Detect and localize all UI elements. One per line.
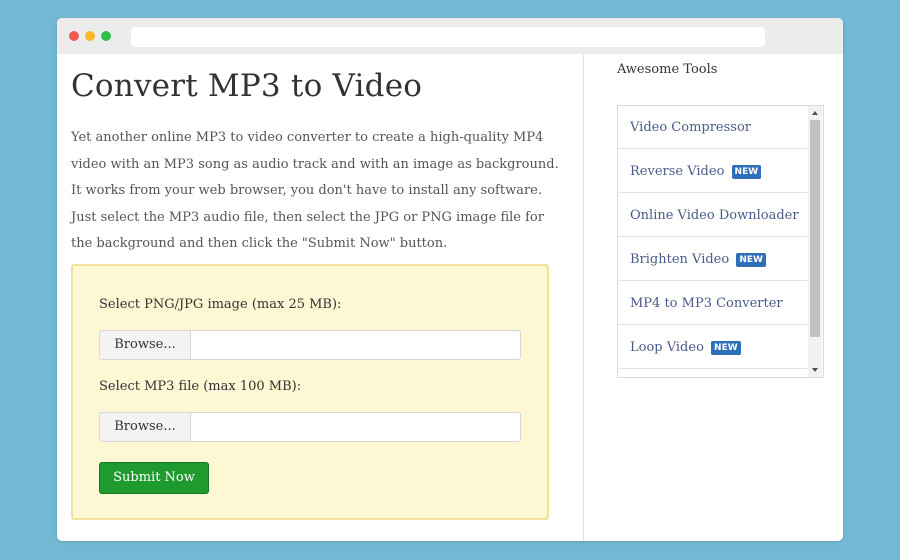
tool-item-loop-video[interactable]: Loop Video NEW: [618, 326, 807, 369]
tool-item-label: Online Video Downloader: [630, 208, 799, 223]
tool-item-label: Video Compressor: [630, 120, 752, 135]
submit-button[interactable]: Submit Now: [99, 462, 209, 494]
tool-item-label: Loop Video: [630, 340, 704, 355]
image-field-label: Select PNG/JPG image (max 25 MB):: [99, 297, 342, 312]
browser-titlebar: [57, 18, 843, 54]
tool-item-mp4-to-mp3-converter[interactable]: MP4 to MP3 Converter: [618, 282, 807, 325]
page-title: Convert MP3 to Video: [71, 68, 423, 104]
image-file-input[interactable]: Browse...: [99, 330, 521, 360]
maximize-window-icon[interactable]: [101, 31, 111, 41]
tools-list[interactable]: Video Compressor Reverse Video NEW Onlin…: [617, 105, 824, 378]
main-content: Convert MP3 to Video Yet another online …: [57, 54, 583, 541]
tools-scrollbar[interactable]: [808, 106, 822, 377]
column-divider: [583, 54, 584, 541]
address-bar[interactable]: [131, 27, 765, 47]
sidebar-title: Awesome Tools: [617, 62, 718, 77]
scroll-thumb[interactable]: [810, 120, 820, 337]
new-badge: NEW: [731, 165, 762, 179]
tool-item-reverse-video[interactable]: Reverse Video NEW: [618, 150, 807, 193]
mp3-browse-button[interactable]: Browse...: [100, 413, 191, 441]
mp3-field-label: Select MP3 file (max 100 MB):: [99, 379, 302, 394]
browser-window: Convert MP3 to Video Yet another online …: [57, 18, 843, 541]
upload-form: Select PNG/JPG image (max 25 MB): Browse…: [71, 264, 549, 520]
tool-item-label: MP4 to MP3 Converter: [630, 296, 783, 311]
close-window-icon[interactable]: [69, 31, 79, 41]
tool-item-brighten-video[interactable]: Brighten Video NEW: [618, 238, 807, 281]
scroll-up-arrow-icon[interactable]: [812, 111, 818, 115]
page-description: Yet another online MP3 to video converte…: [71, 130, 559, 251]
minimize-window-icon[interactable]: [85, 31, 95, 41]
tool-item-label: Reverse Video: [630, 164, 725, 179]
tool-item-online-video-downloader[interactable]: Online Video Downloader: [618, 194, 807, 237]
new-badge: NEW: [711, 341, 741, 355]
new-badge: NEW: [736, 253, 766, 267]
tool-item-label: Brighten Video: [630, 252, 730, 267]
tool-item-video-compressor[interactable]: Video Compressor: [618, 106, 807, 149]
image-browse-button[interactable]: Browse...: [100, 331, 191, 359]
scroll-down-arrow-icon[interactable]: [812, 368, 818, 372]
mp3-file-input[interactable]: Browse...: [99, 412, 521, 442]
